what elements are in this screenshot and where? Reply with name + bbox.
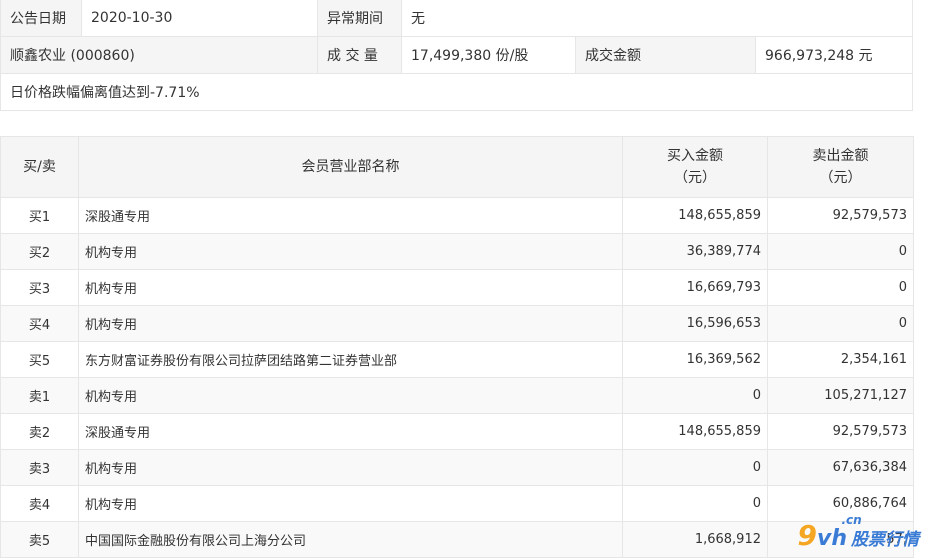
row-buy: 0: [622, 377, 768, 414]
row-dept: 中国国际金融股份有限公司上海分公司: [78, 521, 623, 558]
table-row: 买5 东方财富证券股份有限公司拉萨团结路第二证券营业部 16,369,562 2…: [0, 341, 914, 378]
row-dept: 机构专用: [78, 485, 623, 522]
row-buy: 0: [622, 485, 768, 522]
row-dept: 机构专用: [78, 305, 623, 342]
table-row: 卖4 机构专用 0 60,886,764: [0, 485, 914, 522]
summary-row-volume: 顺鑫农业 (000860) 成 交 量 17,499,380 份/股 成交金额 …: [0, 36, 913, 74]
table-row: 卖3 机构专用 0 67,636,384: [0, 449, 914, 486]
table-row: 卖5 中国国际金融股份有限公司上海分公司 1,668,912 57,: [0, 521, 914, 558]
table-row: 买3 机构专用 16,669,793 0: [0, 269, 914, 306]
row-side: 卖5: [0, 521, 79, 558]
amount-label: 成交金额: [575, 36, 756, 74]
stock-name: 顺鑫农业 (000860): [0, 36, 318, 74]
row-side: 卖1: [0, 377, 79, 414]
row-side: 买5: [0, 341, 79, 378]
row-dept: 机构专用: [78, 449, 623, 486]
header-sell-line2: （元）: [819, 170, 862, 186]
header-side: 买/卖: [0, 136, 79, 198]
row-buy: 16,596,653: [622, 305, 768, 342]
row-buy: 148,655,859: [622, 197, 768, 234]
row-sell: 67,636,384: [767, 449, 914, 486]
row-sell: 0: [767, 305, 914, 342]
header-buy-line1: 买入金额: [667, 148, 723, 164]
row-buy: 16,669,793: [622, 269, 768, 306]
page: 公告日期 2020-10-30 异常期间 无 顺鑫农业 (000860) 成 交…: [0, 0, 929, 560]
announce-date-label: 公告日期: [0, 0, 82, 37]
abnormal-period-value: 无: [401, 0, 913, 37]
row-side: 买2: [0, 233, 79, 270]
row-sell: 60,886,764: [767, 485, 914, 522]
row-buy: 1,668,912: [622, 521, 768, 558]
header-sell-line1: 卖出金额: [812, 148, 869, 164]
row-sell: 0: [767, 233, 914, 270]
row-sell: 2,354,161: [767, 341, 914, 378]
deviation-note: 日价格跌幅偏离值达到-7.71%: [0, 73, 913, 111]
row-side: 卖4: [0, 485, 79, 522]
row-dept: 机构专用: [78, 233, 623, 270]
volume-label: 成 交 量: [317, 36, 402, 74]
row-sell: 57,: [767, 521, 914, 558]
row-side: 卖3: [0, 449, 79, 486]
abnormal-period-label: 异常期间: [317, 0, 402, 37]
header-sell-amount: 卖出金额 （元）: [767, 136, 914, 198]
row-sell: 0: [767, 269, 914, 306]
row-buy: 0: [622, 449, 768, 486]
header-buy-amount: 买入金额 （元）: [622, 136, 768, 198]
summary-row-date: 公告日期 2020-10-30 异常期间 无: [0, 0, 913, 37]
row-buy: 16,369,562: [622, 341, 768, 378]
table-header-row: 买/卖 会员营业部名称 买入金额 （元） 卖出金额 （元）: [0, 136, 914, 198]
row-buy: 36,389,774: [622, 233, 768, 270]
row-sell: 92,579,573: [767, 197, 914, 234]
row-dept: 机构专用: [78, 377, 623, 414]
header-dept: 会员营业部名称: [78, 136, 623, 198]
row-dept: 深股通专用: [78, 413, 623, 450]
row-dept: 东方财富证券股份有限公司拉萨团结路第二证券营业部: [78, 341, 623, 378]
summary-table: 公告日期 2020-10-30 异常期间 无 顺鑫农业 (000860) 成 交…: [0, 0, 913, 111]
volume-value: 17,499,380 份/股: [401, 36, 576, 74]
row-side: 买4: [0, 305, 79, 342]
summary-row-note: 日价格跌幅偏离值达到-7.71%: [0, 73, 913, 111]
row-dept: 深股通专用: [78, 197, 623, 234]
table-row: 买2 机构专用 36,389,774 0: [0, 233, 914, 270]
header-buy-line2: （元）: [674, 170, 716, 186]
row-side: 卖2: [0, 413, 79, 450]
table-row: 买1 深股通专用 148,655,859 92,579,573: [0, 197, 914, 234]
table-row: 买4 机构专用 16,596,653 0: [0, 305, 914, 342]
amount-value: 966,973,248 元: [755, 36, 913, 74]
trading-departments-table: 买/卖 会员营业部名称 买入金额 （元） 卖出金额 （元） 买1 深股通专用 1…: [0, 136, 914, 558]
row-sell: 92,579,573: [767, 413, 914, 450]
row-side: 买1: [0, 197, 79, 234]
row-dept: 机构专用: [78, 269, 623, 306]
table-row: 卖1 机构专用 0 105,271,127: [0, 377, 914, 414]
announce-date-value: 2020-10-30: [81, 0, 318, 37]
table-row: 卖2 深股通专用 148,655,859 92,579,573: [0, 413, 914, 450]
row-side: 买3: [0, 269, 79, 306]
row-sell: 105,271,127: [767, 377, 914, 414]
row-buy: 148,655,859: [622, 413, 768, 450]
